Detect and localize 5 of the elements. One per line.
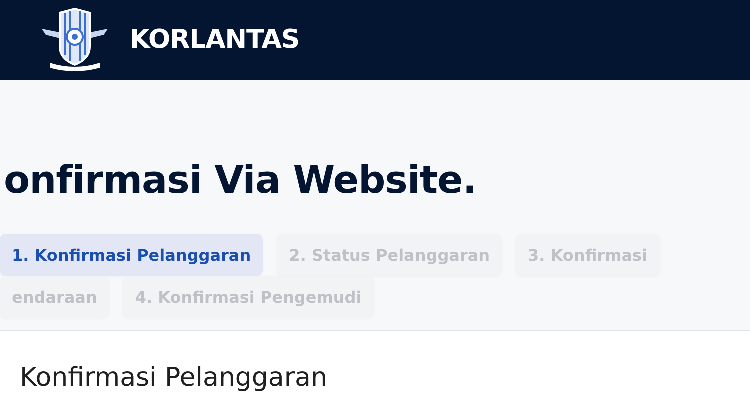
logo-icon (40, 7, 110, 73)
page-title: onfirmasi Via Website. (4, 158, 478, 202)
brand-name: KORLANTAS (130, 25, 300, 55)
step-tab[interactable]: 1. Konfirmasi Pelanggaran (0, 234, 264, 276)
section-heading: Konfirmasi Pelanggaran (20, 363, 328, 393)
